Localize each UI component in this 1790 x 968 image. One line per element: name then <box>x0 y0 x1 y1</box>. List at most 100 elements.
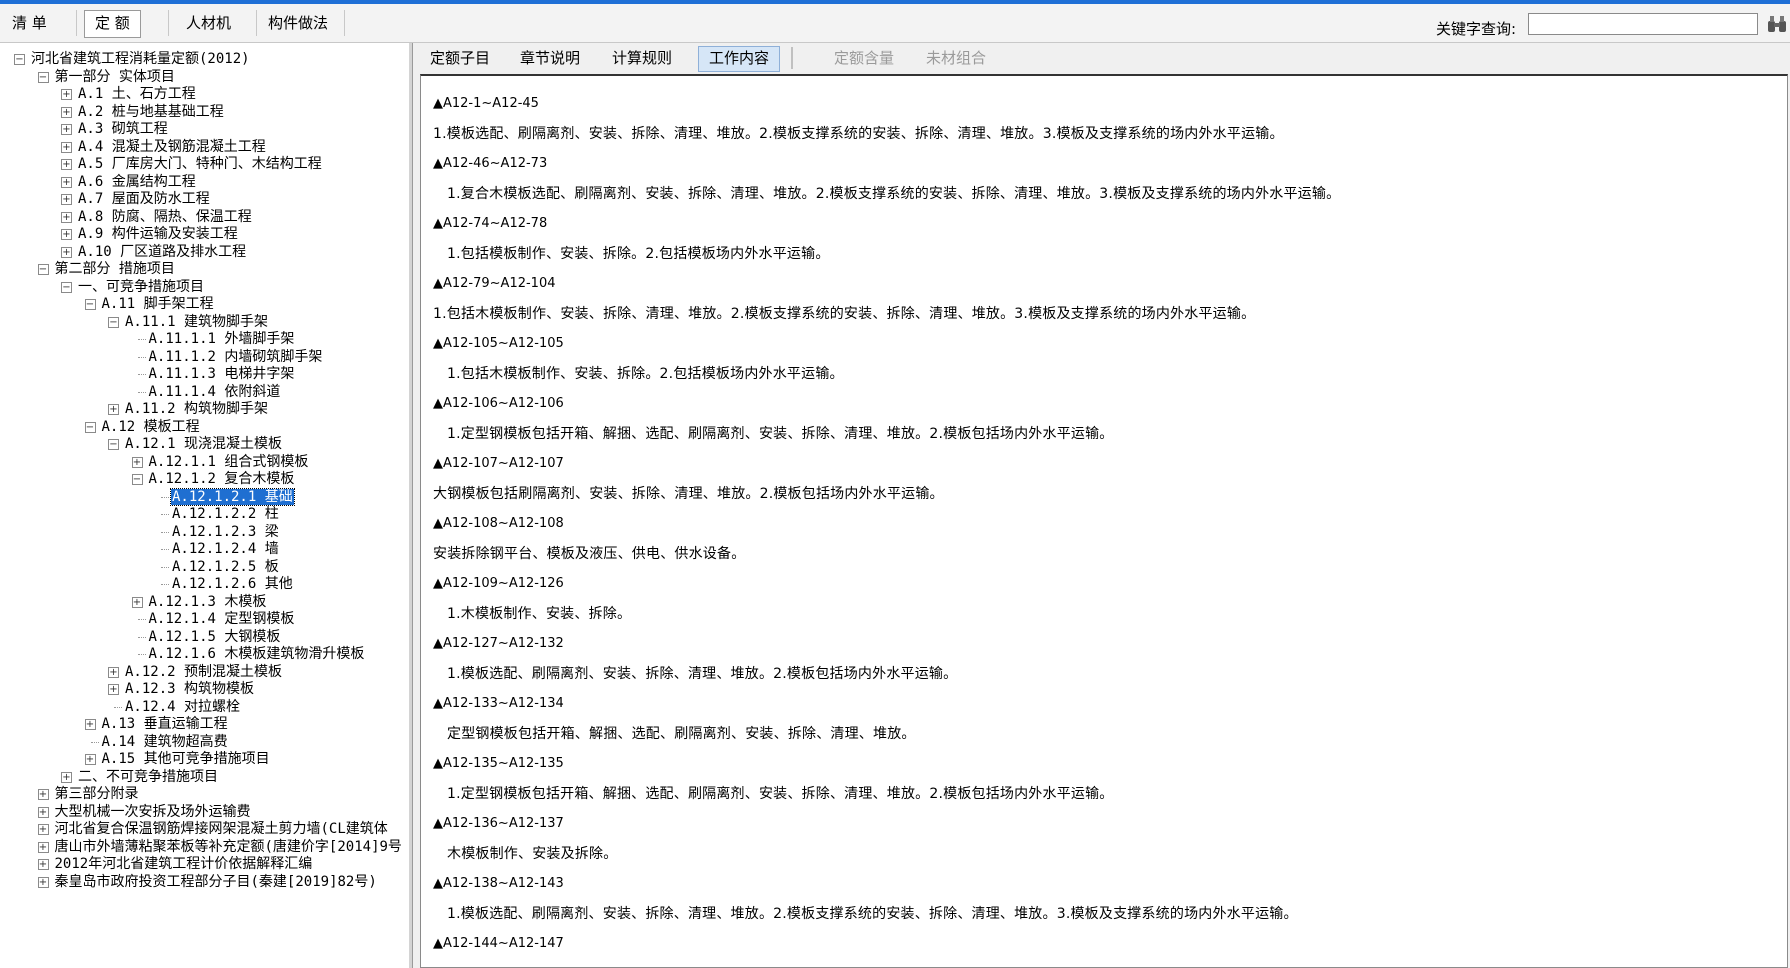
tree-item[interactable]: + A.9 构件运输及安装工程 <box>61 226 239 243</box>
tab-work-content[interactable]: 工作内容 <box>698 46 781 72</box>
tree-item[interactable]: A.12.1.2.4 墙 <box>161 541 280 558</box>
tree-item[interactable]: + 二、不可竞争措施项目 <box>61 769 219 786</box>
collapse-toggle-icon[interactable]: − <box>108 316 119 328</box>
tree-item[interactable]: + 大型机械一次安拆及场外运输费 <box>37 804 252 821</box>
expand-toggle-icon[interactable]: + <box>61 176 72 188</box>
expand-toggle-icon[interactable]: + <box>61 194 72 205</box>
quota-range-header: ▲A12-108~A12-108 <box>433 516 564 531</box>
collapse-toggle-icon[interactable]: − <box>14 54 25 65</box>
tab-quota-items[interactable]: 定额子目 <box>420 46 500 70</box>
tab-labor-material-machine[interactable]: 人材机 <box>176 10 241 36</box>
tree-item[interactable]: − 第二部分 措施项目 <box>37 261 176 278</box>
tree-item[interactable]: + A.10 厂区道路及排水工程 <box>61 244 247 261</box>
tree-item[interactable]: − A.11 脚手架工程 <box>84 296 215 313</box>
expand-toggle-icon[interactable]: + <box>37 859 49 870</box>
quota-tree-panel[interactable]: − 河北省建筑工程消耗量定额(2012) − 第一部分 实体项目 + A.1 土、石方工程… <box>0 43 413 968</box>
keyword-search-input[interactable] <box>1528 13 1758 35</box>
tree-item[interactable]: + A.5 厂库房大门、特种门、木结构工程 <box>61 156 323 173</box>
tree-item[interactable]: − A.12.1 现浇混凝土模板 <box>108 436 283 453</box>
tree-item[interactable]: + 唐山市外墙薄粘聚苯板等补充定额(唐建价字[2014]9号 <box>37 839 403 856</box>
expand-toggle-icon[interactable]: + <box>61 106 72 118</box>
tab-bill-list[interactable]: 清 单 <box>2 10 57 36</box>
collapse-toggle-icon[interactable]: − <box>37 71 49 83</box>
tree-item[interactable]: + A.8 防腐、隔热、保温工程 <box>61 209 253 226</box>
tab-calc-rules[interactable]: 计算规则 <box>602 46 682 70</box>
tree-item[interactable]: + A.3 砌筑工程 <box>61 121 169 138</box>
tree-item[interactable]: + A.12.3 构筑物模板 <box>108 681 255 698</box>
tree-item[interactable]: + A.11.2 构筑物脚手架 <box>108 401 269 418</box>
tree-item-selected[interactable]: A.12.1.2.1 基础 <box>161 487 295 506</box>
tree-connector <box>137 619 146 620</box>
tab-component-method[interactable]: 构件做法 <box>258 10 338 36</box>
tree-item-label: A.3 砌筑工程 <box>78 121 168 137</box>
tree-item[interactable]: + A.4 混凝土及钢筋混凝土工程 <box>61 139 267 156</box>
collapse-toggle-icon[interactable]: − <box>84 421 96 433</box>
expand-toggle-icon[interactable]: + <box>108 666 119 678</box>
tree-item[interactable]: − 河北省建筑工程消耗量定额(2012) <box>14 51 251 68</box>
expand-toggle-icon[interactable]: + <box>108 684 119 695</box>
tree-item[interactable]: A.12.1.6 木模板建筑物滑升模板 <box>137 646 366 663</box>
collapse-toggle-icon[interactable]: − <box>131 474 143 485</box>
expand-toggle-icon[interactable]: + <box>61 246 72 258</box>
expand-toggle-icon[interactable]: + <box>131 456 143 468</box>
tree-item[interactable]: + 秦皇岛市政府投资工程部分子目(秦建[2019]82号) <box>37 874 378 891</box>
expand-toggle-icon[interactable]: + <box>37 876 49 888</box>
tree-item[interactable]: A.11.1.1 外墙脚手架 <box>137 331 296 348</box>
collapse-toggle-icon[interactable]: − <box>84 299 96 310</box>
tree-item[interactable]: A.14 建筑物超高费 <box>90 734 229 751</box>
expand-toggle-icon[interactable]: + <box>61 124 72 135</box>
expand-toggle-icon[interactable]: + <box>131 596 143 608</box>
tree-item[interactable]: + A.7 屋面及防水工程 <box>61 191 211 208</box>
expand-toggle-icon[interactable]: + <box>37 789 49 800</box>
tree-item[interactable]: A.12.1.2.2 柱 <box>161 506 280 523</box>
expand-toggle-icon[interactable]: + <box>61 229 72 240</box>
tree-item[interactable]: − A.12 模板工程 <box>84 419 201 436</box>
tree-item[interactable]: − A.11.1 建筑物脚手架 <box>108 314 269 331</box>
tree-item[interactable]: + A.12.2 预制混凝土模板 <box>108 664 283 681</box>
expand-toggle-icon[interactable]: + <box>37 841 49 853</box>
collapse-toggle-icon[interactable]: − <box>37 264 49 275</box>
tree-item-label: A.11.1.4 依附斜道 <box>148 383 281 400</box>
tree-item-label: A.11 脚手架工程 <box>101 296 214 312</box>
expand-toggle-icon[interactable]: + <box>61 771 72 783</box>
tree-item[interactable]: + A.12.1.3 木模板 <box>131 594 268 611</box>
tree-item[interactable]: A.12.1.2.5 板 <box>161 559 280 576</box>
tree-item[interactable]: + A.12.1.1 组合式钢模板 <box>131 454 310 471</box>
binoculars-search-icon[interactable] <box>1766 14 1788 34</box>
tree-item[interactable]: − A.12.1.2 复合木模板 <box>131 471 296 488</box>
tree-item[interactable]: − 一、可竞争措施项目 <box>61 279 205 296</box>
expand-toggle-icon[interactable]: + <box>84 719 96 730</box>
tab-chapter-notes[interactable]: 章节说明 <box>510 46 590 70</box>
tree-item[interactable]: A.12.4 对拉螺栓 <box>114 699 241 716</box>
tree-item[interactable]: + A.1 土、石方工程 <box>61 86 197 103</box>
tree-item[interactable]: + 第三部分附录 <box>37 786 140 803</box>
tree-item[interactable]: + A.2 桩与地基基础工程 <box>61 104 225 121</box>
collapse-toggle-icon[interactable]: − <box>108 439 119 450</box>
expand-toggle-icon[interactable]: + <box>61 141 72 153</box>
work-content-text[interactable]: ▲A12-1~A12-45 1.模板选配、刷隔离剂、安装、拆除、清理、堆放。2.模… <box>420 74 1788 968</box>
tree-item[interactable]: + A.15 其他可竞争措施项目 <box>84 751 271 768</box>
expand-toggle-icon[interactable]: + <box>84 754 96 765</box>
tree-item[interactable]: +2012年河北省建筑工程计价依据解释汇编 <box>37 856 314 873</box>
expand-toggle-icon[interactable]: + <box>37 806 49 818</box>
tab-quota[interactable]: 定 额 <box>84 10 141 38</box>
tree-item[interactable]: A.11.1.3 电梯井字架 <box>137 366 296 383</box>
tree-item[interactable]: A.11.1.2 内墙砌筑脚手架 <box>137 349 324 366</box>
collapse-toggle-icon[interactable]: − <box>61 281 72 293</box>
tree-item[interactable]: A.12.1.4 定型钢模板 <box>137 611 296 628</box>
tree-item[interactable]: A.12.1.2.6 其他 <box>161 576 294 593</box>
tree-item[interactable]: − 第一部分 实体项目 <box>37 69 176 86</box>
expand-toggle-icon[interactable]: + <box>61 159 72 170</box>
tree-item[interactable]: + 河北省复合保温钢筋焊接网架混凝土剪力墙(CL建筑体 <box>37 821 389 838</box>
expand-toggle-icon[interactable]: + <box>37 824 49 835</box>
tree-item[interactable]: A.12.1.2.3 梁 <box>161 524 280 541</box>
tree-item[interactable]: + A.6 金属结构工程 <box>61 174 197 191</box>
expand-toggle-icon[interactable]: + <box>61 211 72 223</box>
tree-item[interactable]: + A.13 垂直运输工程 <box>84 716 229 733</box>
expand-toggle-icon[interactable]: + <box>61 89 72 100</box>
tree-item[interactable]: A.11.1.4 依附斜道 <box>137 383 282 401</box>
quota-range-header: ▲A12-144~A12-147 <box>433 936 564 951</box>
expand-toggle-icon[interactable]: + <box>108 404 119 415</box>
tree-item[interactable]: A.12.1.5 大钢模板 <box>137 629 282 646</box>
tree-item-label: A.15 其他可竞争措施项目 <box>101 751 270 767</box>
